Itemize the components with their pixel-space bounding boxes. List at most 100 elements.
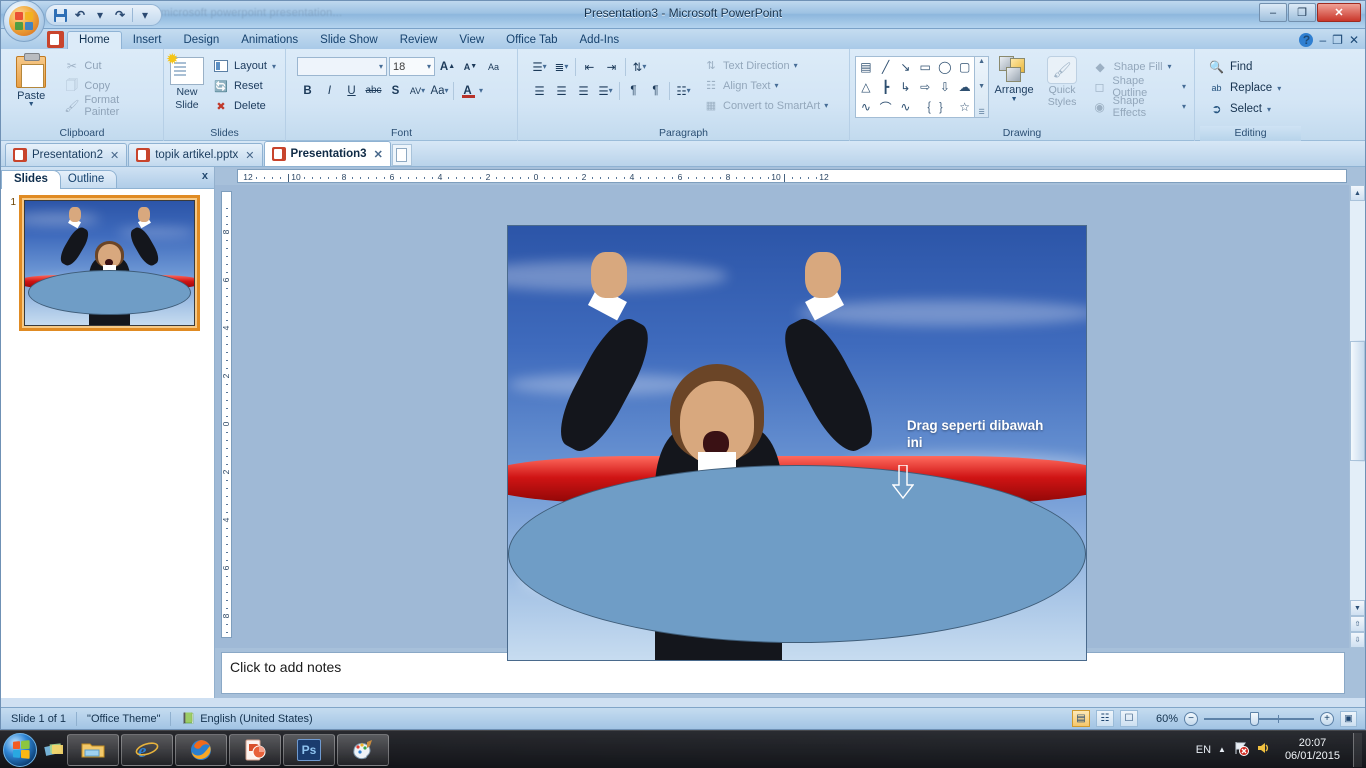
italic-button[interactable]: I	[319, 80, 340, 101]
oval-shape[interactable]	[508, 464, 1086, 643]
scroll-down-button[interactable]: ▼	[1350, 600, 1365, 616]
align-text-dropdown-icon[interactable]: ▾	[775, 81, 779, 90]
align-center-button[interactable]: ☰	[551, 80, 572, 101]
taskbar-internet-explorer[interactable]: e	[121, 733, 173, 766]
find-button[interactable]: 🔍 Find	[1204, 57, 1285, 77]
previous-slide-button[interactable]: ⇧	[1350, 616, 1365, 632]
slide-annotation-text[interactable]: Drag seperti dibawah ini	[907, 417, 1069, 451]
theme-status[interactable]: "Office Theme"	[77, 709, 170, 729]
grow-font-button[interactable]: A ▲	[437, 56, 458, 77]
clear-formatting-button[interactable]: Aa	[483, 56, 504, 77]
slide-count-status[interactable]: Slide 1 of 1	[1, 709, 76, 729]
scroll-track-bottom[interactable]	[1350, 461, 1365, 600]
convert-to-smartart-button[interactable]: ▦ Convert to SmartArt ▾	[700, 96, 831, 115]
shrink-font-button[interactable]: A ▼	[460, 56, 481, 77]
reset-button[interactable]: 🔄 Reset	[209, 77, 280, 95]
gallery-more-icon[interactable]: ☰	[978, 108, 984, 116]
text-shadow-button[interactable]: S	[385, 80, 406, 101]
doc-tab-close-icon[interactable]: ✕	[110, 149, 119, 162]
copy-button[interactable]: 🗍 Copy	[60, 77, 158, 95]
line-spacing-dropdown-icon[interactable]: ▾	[642, 62, 646, 71]
tab-design[interactable]: Design	[172, 32, 230, 49]
tab-office-tab[interactable]: Office Tab	[495, 32, 568, 49]
pane-tab-outline[interactable]: Outline	[54, 170, 118, 188]
shape-right-brace-icon[interactable]: ｝	[935, 97, 955, 117]
bold-button[interactable]: B	[297, 80, 318, 101]
layout-button[interactable]: Layout ▾	[209, 57, 280, 75]
shape-fill-button[interactable]: ◆ Shape Fill ▾	[1089, 57, 1189, 76]
shape-effects-dropdown-icon[interactable]: ▾	[1182, 102, 1186, 111]
tab-insert[interactable]: Insert	[122, 32, 173, 49]
restore-button[interactable]: ❐	[1288, 3, 1316, 22]
new-document-button[interactable]	[391, 144, 412, 166]
font-color-dropdown-icon[interactable]: ▾	[479, 86, 483, 95]
format-painter-button[interactable]: 🖌 Format Painter	[60, 94, 158, 118]
action-center-icon[interactable]	[1233, 740, 1249, 759]
gallery-scroll-up-icon[interactable]: ▲	[978, 58, 985, 65]
taskbar-microsoft-powerpoint[interactable]	[229, 733, 281, 766]
bullets-button[interactable]: ☰ ▾	[529, 56, 550, 77]
doc-tab-close-icon[interactable]: ✕	[245, 149, 254, 162]
taskbar-windows-explorer[interactable]	[67, 733, 119, 766]
close-button[interactable]: ✕	[1317, 3, 1361, 22]
vertical-scrollbar[interactable]: ▲ ▼ ⇧ ⇩	[1349, 185, 1365, 648]
horizontal-ruler[interactable]: 12 10 8 6 4 2 0 2 4 6 8 10 12	[237, 169, 1347, 183]
replace-dropdown-icon[interactable]: ▾	[1277, 84, 1281, 93]
tab-review[interactable]: Review	[389, 32, 449, 49]
slide-show-view-button[interactable]: ☐	[1119, 710, 1138, 727]
line-spacing-button[interactable]: ⇅ ▾	[629, 56, 650, 77]
scroll-up-button[interactable]: ▲	[1350, 185, 1365, 201]
font-size-input[interactable]: 18 ▾	[389, 57, 435, 76]
taskbar-adobe-photoshop[interactable]: Ps	[283, 733, 335, 766]
shape-scribble-icon[interactable]: ∿	[856, 97, 876, 117]
font-name-input[interactable]: ▾	[297, 57, 387, 76]
zoom-in-button[interactable]: +	[1320, 711, 1334, 726]
taskbar-clock[interactable]: 20:07 06/01/2015	[1279, 737, 1346, 763]
arrange-button[interactable]: Arrange ▼	[989, 52, 1040, 103]
shape-elbow-connector-icon[interactable]: ┣	[876, 77, 896, 97]
vertical-ruler[interactable]: 8 6 4 2 0 2 4 6 8	[220, 191, 232, 638]
normal-view-button[interactable]: ▤	[1071, 710, 1090, 727]
font-color-button[interactable]: A	[457, 80, 478, 101]
fit-to-window-button[interactable]: ▣	[1340, 710, 1357, 727]
numbering-button[interactable]: ≣ ▾	[551, 56, 572, 77]
shape-arrow-icon[interactable]: ↘	[895, 57, 915, 77]
gallery-scroll-down-icon[interactable]: ▼	[978, 83, 985, 90]
start-button[interactable]	[3, 732, 37, 767]
tab-slide-show[interactable]: Slide Show	[309, 32, 389, 49]
shape-outline-dropdown-icon[interactable]: ▾	[1182, 82, 1186, 91]
zoom-slider-handle[interactable]	[1250, 711, 1259, 726]
close-pane-icon[interactable]: x	[202, 170, 208, 182]
next-slide-button[interactable]: ⇩	[1350, 632, 1365, 648]
change-case-button[interactable]: Aa ▾	[429, 80, 450, 101]
help-icon[interactable]: ?	[1299, 33, 1314, 47]
new-slide-button[interactable]: New Slide	[166, 50, 205, 111]
scroll-track-top[interactable]	[1350, 201, 1365, 340]
shape-triangle-icon[interactable]: △	[856, 77, 876, 97]
underline-button[interactable]: U	[341, 80, 362, 101]
shape-effects-button[interactable]: ◉ Shape Effects ▾	[1089, 95, 1189, 119]
rtl-text-button[interactable]: ¶	[645, 80, 666, 101]
minimize-button[interactable]: –	[1259, 3, 1287, 22]
shape-outline-button[interactable]: ◻ Shape Outline ▾	[1089, 75, 1189, 99]
shape-arc-icon[interactable]: ∿	[895, 97, 915, 117]
doc-tab-presentation3[interactable]: Presentation3 ✕	[263, 141, 391, 166]
shape-text-box-icon[interactable]: ▤	[856, 57, 876, 77]
strikethrough-button[interactable]: abc	[363, 80, 384, 101]
shape-rounded-rect-icon[interactable]: ▢	[955, 57, 975, 77]
tab-home[interactable]: Home	[67, 31, 122, 50]
language-indicator[interactable]: EN	[1196, 744, 1211, 756]
shape-rectangle-icon[interactable]: ▭	[915, 57, 935, 77]
shape-cloud-icon[interactable]: ☁	[955, 77, 975, 97]
columns-dropdown-icon[interactable]: ▾	[687, 86, 691, 95]
text-direction-button[interactable]: ⇅ Text Direction ▾	[700, 56, 831, 75]
shape-line-icon[interactable]: ╱	[876, 57, 896, 77]
font-size-dropdown-icon[interactable]: ▾	[427, 62, 431, 71]
ribbon-restore-button[interactable]: ❐	[1332, 33, 1343, 47]
justify-button[interactable]: ☰ ▾	[595, 80, 616, 101]
slide-thumbnail-selected-frame[interactable]	[19, 195, 200, 331]
select-button[interactable]: ➲ Select ▾	[1204, 99, 1285, 119]
pane-tab-slides[interactable]: Slides	[1, 170, 61, 189]
numbering-dropdown-icon[interactable]: ▾	[564, 62, 568, 71]
shapes-gallery-scrollbar[interactable]: ▲ ▼ ☰	[975, 56, 989, 118]
